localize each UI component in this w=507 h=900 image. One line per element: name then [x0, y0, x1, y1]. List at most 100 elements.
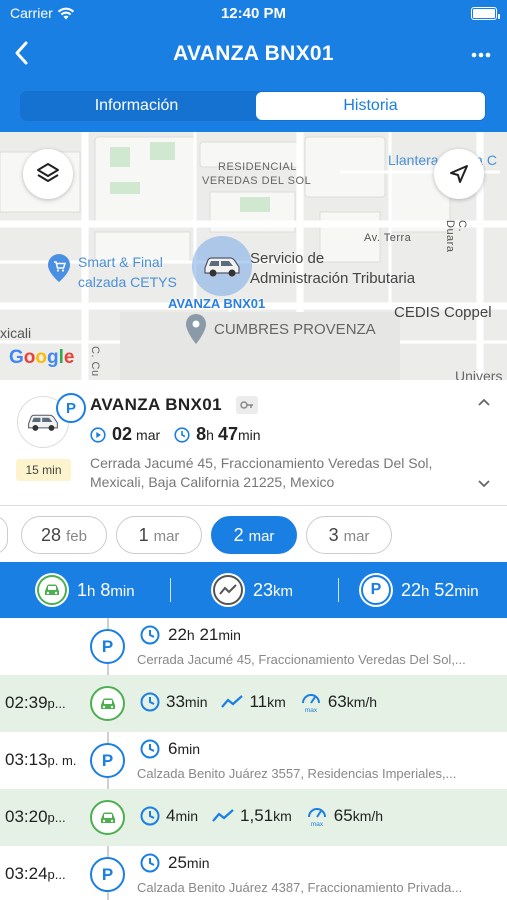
map-poi-cedis: CEDIS Coppel	[394, 304, 492, 321]
park-minutes: 21	[199, 625, 219, 644]
clock-icon	[140, 853, 160, 873]
park-minutes: 6	[168, 739, 178, 758]
map-view[interactable]: RESIDENCIAL VEREDAS DEL SOL Llantera Nue…	[0, 132, 507, 380]
parking-icon: P	[359, 573, 393, 607]
park-minutes: 25	[168, 853, 187, 872]
map-label-c-duara: C. Duara	[444, 220, 468, 253]
summary-parked-minutes: 52	[434, 579, 455, 600]
summary-parked-hours: 22	[401, 579, 422, 600]
van-icon	[204, 257, 240, 277]
tab-informacion[interactable]: Información	[20, 91, 253, 121]
date-chip-month: feb	[66, 528, 87, 545]
summary-driving-minutes: 8	[100, 579, 111, 600]
map-pin-icon	[186, 314, 206, 344]
svg-text:max: max	[311, 821, 324, 827]
park-minutes-unit: min	[186, 855, 210, 871]
trip-time-ampm: p...	[47, 696, 66, 711]
nav-bar: AVANZA BNX01	[0, 32, 507, 76]
park-address: Calzada Benito Juárez 3557, Residencias …	[137, 766, 457, 781]
duration-badge: 15 min	[16, 459, 71, 481]
van-icon	[28, 414, 58, 431]
clock-icon	[174, 426, 190, 443]
map-poi-smart-final: Smart & Final	[78, 254, 163, 270]
clock-icon	[140, 739, 160, 759]
trip-distance-unit: km	[273, 808, 292, 824]
park-hours: 22	[168, 625, 187, 644]
trip-start-time: 03:20p...	[5, 807, 66, 827]
play-circle-icon	[90, 426, 106, 443]
duration-hours: 8	[196, 424, 207, 444]
timeline-row-trip[interactable]: 03:20p... 4 min 1,51 km max 65 km/h	[0, 789, 507, 846]
car-icon	[35, 573, 69, 607]
trip-time-value: 02:39	[5, 693, 48, 712]
date-selector: 28 feb 1 mar 2 mar 3 mar	[0, 505, 507, 562]
date-chip-month: mar	[343, 528, 370, 545]
car-icon	[90, 800, 125, 835]
vehicle-card[interactable]: P 15 min AVANZA BNX01 02 mar 8 h 47 min …	[0, 380, 507, 505]
park-hours-unit: h	[186, 627, 195, 643]
trip-max-speed: 63	[327, 692, 347, 711]
google-logo: Google	[9, 347, 75, 368]
more-options-button[interactable]	[471, 42, 491, 60]
battery-icon	[471, 7, 500, 20]
timeline-row-trip[interactable]: 02:39p... 33 min 11 km max 63 km/h	[0, 675, 507, 732]
date-chip-day: 2	[233, 525, 244, 545]
vehicle-marker[interactable]	[192, 236, 252, 296]
chevron-down-icon	[478, 480, 490, 488]
map-layers-button[interactable]	[23, 149, 73, 199]
date-chip-selected[interactable]: 2 mar	[211, 516, 297, 554]
park-address: Cerrada Jacumé 45, Fraccionamiento Vered…	[137, 652, 466, 667]
more-horizontal-icon	[471, 52, 491, 58]
park-start-time: 03:24p...	[5, 864, 66, 884]
status-time: 12:40 PM	[220, 5, 287, 22]
trip-duration-unit: min	[184, 694, 208, 710]
status-bar: Carrier 12:40 PM	[10, 5, 500, 23]
map-label-mexicali: xicali	[0, 325, 32, 341]
history-timeline: P 22 h 21 min Cerrada Jacumé 45, Fracciona…	[0, 618, 507, 900]
trip-duration: 33	[166, 692, 185, 711]
park-time-value: 03:24	[5, 864, 48, 883]
date-day: 02	[112, 424, 133, 444]
my-location-button[interactable]	[434, 149, 484, 199]
parking-icon: P	[90, 857, 125, 892]
summary-distance: 23km	[211, 573, 293, 607]
date-chip-month: mar	[153, 528, 180, 545]
date-chip[interactable]: 1 mar	[116, 516, 202, 554]
trip-stats: 33 min 11 km max 63 km/h	[140, 691, 391, 713]
map-label-residencial: RESIDENCIAL	[218, 161, 297, 173]
summary-parked: P 22h 52min	[359, 573, 479, 607]
date-chip[interactable]: 3 mar	[306, 516, 392, 554]
parking-status-icon: P	[56, 393, 86, 423]
date-chip-prev[interactable]	[0, 516, 8, 554]
trip-speed-unit: km/h	[346, 694, 378, 710]
collapse-button[interactable]	[477, 394, 491, 412]
park-time-value: 03:13	[5, 750, 48, 769]
svg-text:max: max	[305, 707, 318, 713]
timeline-row-park[interactable]: 03:24p... P 25 min Calzada Benito Juárez …	[0, 846, 507, 900]
trip-max-speed: 65	[333, 806, 353, 825]
trip-distance: 1,51	[240, 806, 274, 825]
distance-graph-icon	[221, 695, 244, 708]
location-arrow-icon	[450, 165, 468, 183]
app-header: Carrier 12:40 PM AVANZA BNX01 Informació…	[0, 0, 507, 132]
parking-icon: P	[90, 629, 125, 664]
divider	[170, 578, 171, 602]
divider	[338, 578, 339, 602]
chevron-up-icon	[478, 398, 490, 406]
date-month: mar	[136, 426, 161, 443]
date-chip[interactable]: 28 feb	[21, 516, 107, 554]
expand-button[interactable]	[477, 476, 491, 494]
park-time-ampm: p...	[47, 867, 66, 882]
trip-time-value: 03:20	[5, 807, 48, 826]
trip-distance: 11	[249, 692, 268, 711]
map-label-universidad: Univers	[455, 368, 503, 380]
park-duration: 25 min	[140, 853, 209, 873]
timeline-row-park[interactable]: P 22 h 21 min Cerrada Jacumé 45, Fracciona…	[0, 618, 507, 675]
tab-historia[interactable]: Historia	[256, 92, 485, 120]
vehicle-status-row: 02 mar 8 h 47 min	[90, 424, 261, 445]
timeline-row-park[interactable]: 03:13p. m. P 6 min Calzada Benito Juárez …	[0, 732, 507, 789]
summary-driving-hours: 1	[77, 579, 88, 600]
summary-parked-minutes-unit: min	[454, 582, 479, 600]
vehicle-address: Cerrada Jacumé 45, Fraccionamiento Vered…	[90, 455, 433, 490]
map-poi-sat-1: Servicio de	[250, 250, 325, 267]
